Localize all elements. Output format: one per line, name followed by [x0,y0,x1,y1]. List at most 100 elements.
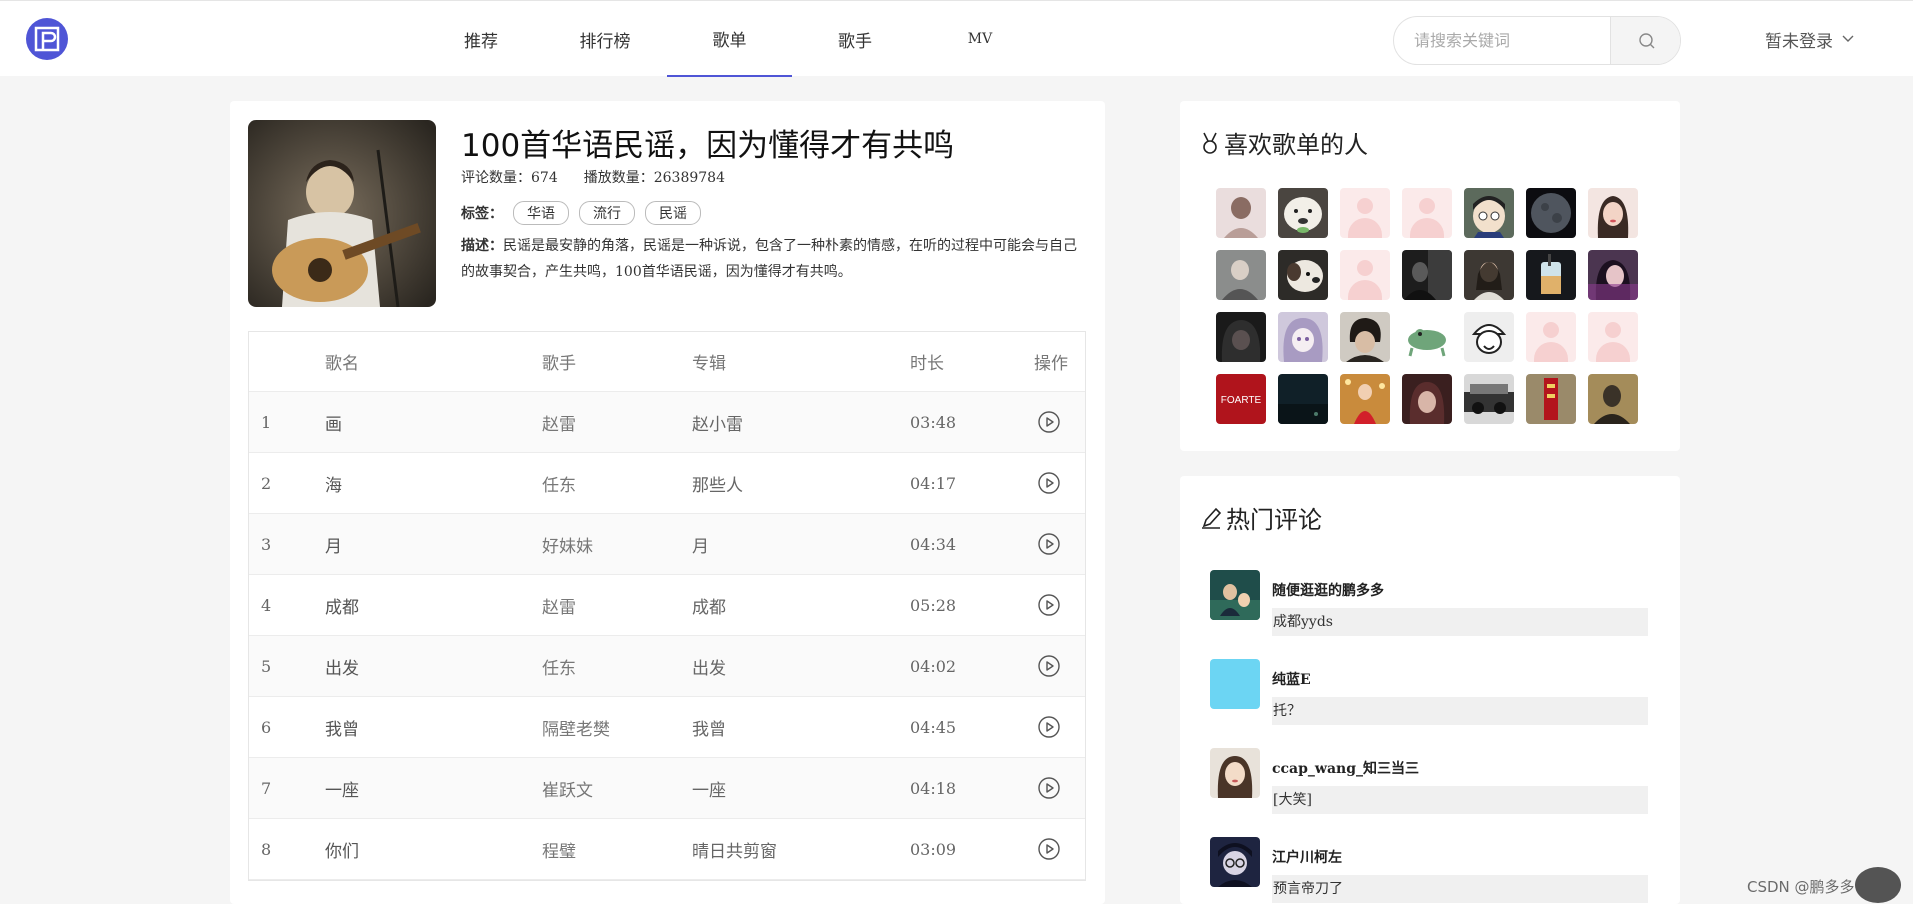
liker-avatar[interactable] [1402,250,1452,300]
comments-title-text: 热门评论 [1226,506,1322,534]
comment-avatar[interactable] [1210,570,1260,620]
play-icon[interactable] [1037,776,1061,800]
row-actions [1037,697,1061,757]
col-header-op: 操作 [1034,354,1068,374]
liker-avatar[interactable] [1402,312,1452,362]
tags-label: 标签： [461,206,503,222]
comment-username[interactable]: 随便逛逛的鹏多多 [1272,580,1384,600]
row-actions [1037,575,1061,635]
comment-avatar[interactable] [1210,837,1260,887]
liker-avatar[interactable] [1464,312,1514,362]
play-icon[interactable] [1037,471,1061,495]
table-row[interactable]: 2 海 任东 那些人 04:17 [249,453,1085,514]
play-icon[interactable] [1037,410,1061,434]
liker-avatar[interactable] [1216,188,1266,238]
login-dropdown[interactable]: 暂未登录 [1765,25,1855,53]
search-button[interactable] [1610,17,1680,64]
tag-chip[interactable]: 华语 [513,201,569,225]
play-icon[interactable] [1037,593,1061,617]
row-actions [1037,758,1061,818]
song-album: 我曾 [692,719,726,740]
liker-avatar[interactable] [1278,374,1328,424]
liker-avatar[interactable] [1402,188,1452,238]
tag-chip[interactable]: 民谣 [645,201,701,225]
row-actions [1037,392,1061,452]
comment-text: 托？ [1272,697,1648,725]
row-index: 2 [261,473,272,493]
liker-avatar[interactable] [1526,188,1576,238]
liker-avatar[interactable] [1340,250,1390,300]
comment-text: 预言帝刀了 [1272,875,1648,903]
table-row[interactable]: 5 出发 任东 出发 04:02 [249,636,1085,697]
nav-item-artists[interactable]: 歌手 [815,1,895,77]
comment-count-value: 674 [531,170,558,186]
col-header-album: 专辑 [692,354,726,374]
song-artist: 赵雷 [542,414,576,435]
row-index: 6 [261,717,272,737]
nav-item-mv[interactable]: MV [940,1,1020,77]
song-artist: 任东 [542,658,576,679]
watermark-avatar [1855,867,1901,903]
pen-icon [1202,507,1222,529]
table-row[interactable]: 4 成都 赵雷 成都 05:28 [249,575,1085,636]
liker-avatar[interactable] [1340,188,1390,238]
nav-item-recommend[interactable]: 推荐 [442,1,520,77]
play-icon[interactable] [1037,837,1061,861]
liker-avatar[interactable] [1526,374,1576,424]
nav-item-rankings[interactable]: 排行榜 [565,1,645,77]
liker-avatar[interactable] [1464,374,1514,424]
comment-avatar[interactable] [1210,748,1260,798]
song-artist: 任东 [542,475,576,496]
song-name: 月 [325,536,342,557]
nav-item-playlists[interactable]: 歌单 [667,1,792,77]
search-box [1393,16,1681,65]
playlist-stats: 评论数量：674 播放数量：26389784 [461,167,725,187]
col-header-artist: 歌手 [542,354,576,374]
liker-avatar[interactable] [1526,250,1576,300]
desc-text: 民谣是最安静的角落，民谣是一种诉说，包含了一种朴素的情感，在听的过程中可能会与自… [461,238,1077,280]
logo-icon[interactable] [26,18,68,60]
comment-username[interactable]: ccap_wang_知三当三 [1272,758,1419,778]
comment-avatar[interactable] [1210,659,1260,709]
liker-avatar[interactable] [1464,188,1514,238]
comment-username[interactable]: 纯蓝E [1272,669,1311,689]
search-icon [1638,32,1654,48]
likers-grid: FOARTE [1216,188,1638,424]
song-artist: 隔壁老樊 [542,719,610,740]
comment-username[interactable]: 江户川柯左 [1272,847,1342,867]
table-row[interactable]: 1 画 赵雷 赵小雷 03:48 [249,392,1085,453]
playlist-panel: 100首华语民谣，因为懂得才有共鸣 评论数量：674 播放数量：26389784… [230,101,1105,904]
liker-avatar[interactable] [1278,312,1328,362]
liker-avatar[interactable] [1278,250,1328,300]
table-row[interactable]: 7 一座 崔跃文 一座 04:18 [249,758,1085,819]
comment-text: [大笑] [1272,786,1648,814]
song-album: 一座 [692,780,726,801]
play-icon[interactable] [1037,654,1061,678]
liker-avatar[interactable] [1216,312,1266,362]
table-row[interactable]: 6 我曾 隔壁老樊 我曾 04:45 [249,697,1085,758]
liker-avatar[interactable] [1340,374,1390,424]
row-index: 7 [261,778,272,798]
liker-avatar[interactable] [1340,312,1390,362]
liker-avatar[interactable] [1402,374,1452,424]
liker-avatar[interactable] [1588,250,1638,300]
play-icon[interactable] [1037,715,1061,739]
table-row[interactable]: 3 月 好妹妹 月 04:34 [249,514,1085,575]
liker-avatar[interactable] [1588,188,1638,238]
play-icon[interactable] [1037,532,1061,556]
table-row[interactable]: 8 你们 程璧 晴日共剪窗 03:09 [249,819,1085,880]
liker-avatar[interactable] [1464,250,1514,300]
liker-avatar[interactable] [1278,188,1328,238]
top-header: 推荐 排行榜 歌单 歌手 MV 暂未登录 [0,0,1913,77]
tag-chip[interactable]: 流行 [579,201,635,225]
song-album: 那些人 [692,475,743,496]
liker-avatar[interactable] [1526,312,1576,362]
liker-avatar[interactable] [1216,250,1266,300]
song-duration: 03:48 [910,412,957,432]
liker-avatar[interactable] [1588,374,1638,424]
liker-avatar[interactable] [1588,312,1638,362]
table-header: 歌名 歌手 专辑 时长 操作 [249,332,1085,392]
song-duration: 04:17 [910,473,957,493]
liker-avatar[interactable]: FOARTE [1216,374,1266,424]
search-input[interactable] [1394,17,1610,64]
